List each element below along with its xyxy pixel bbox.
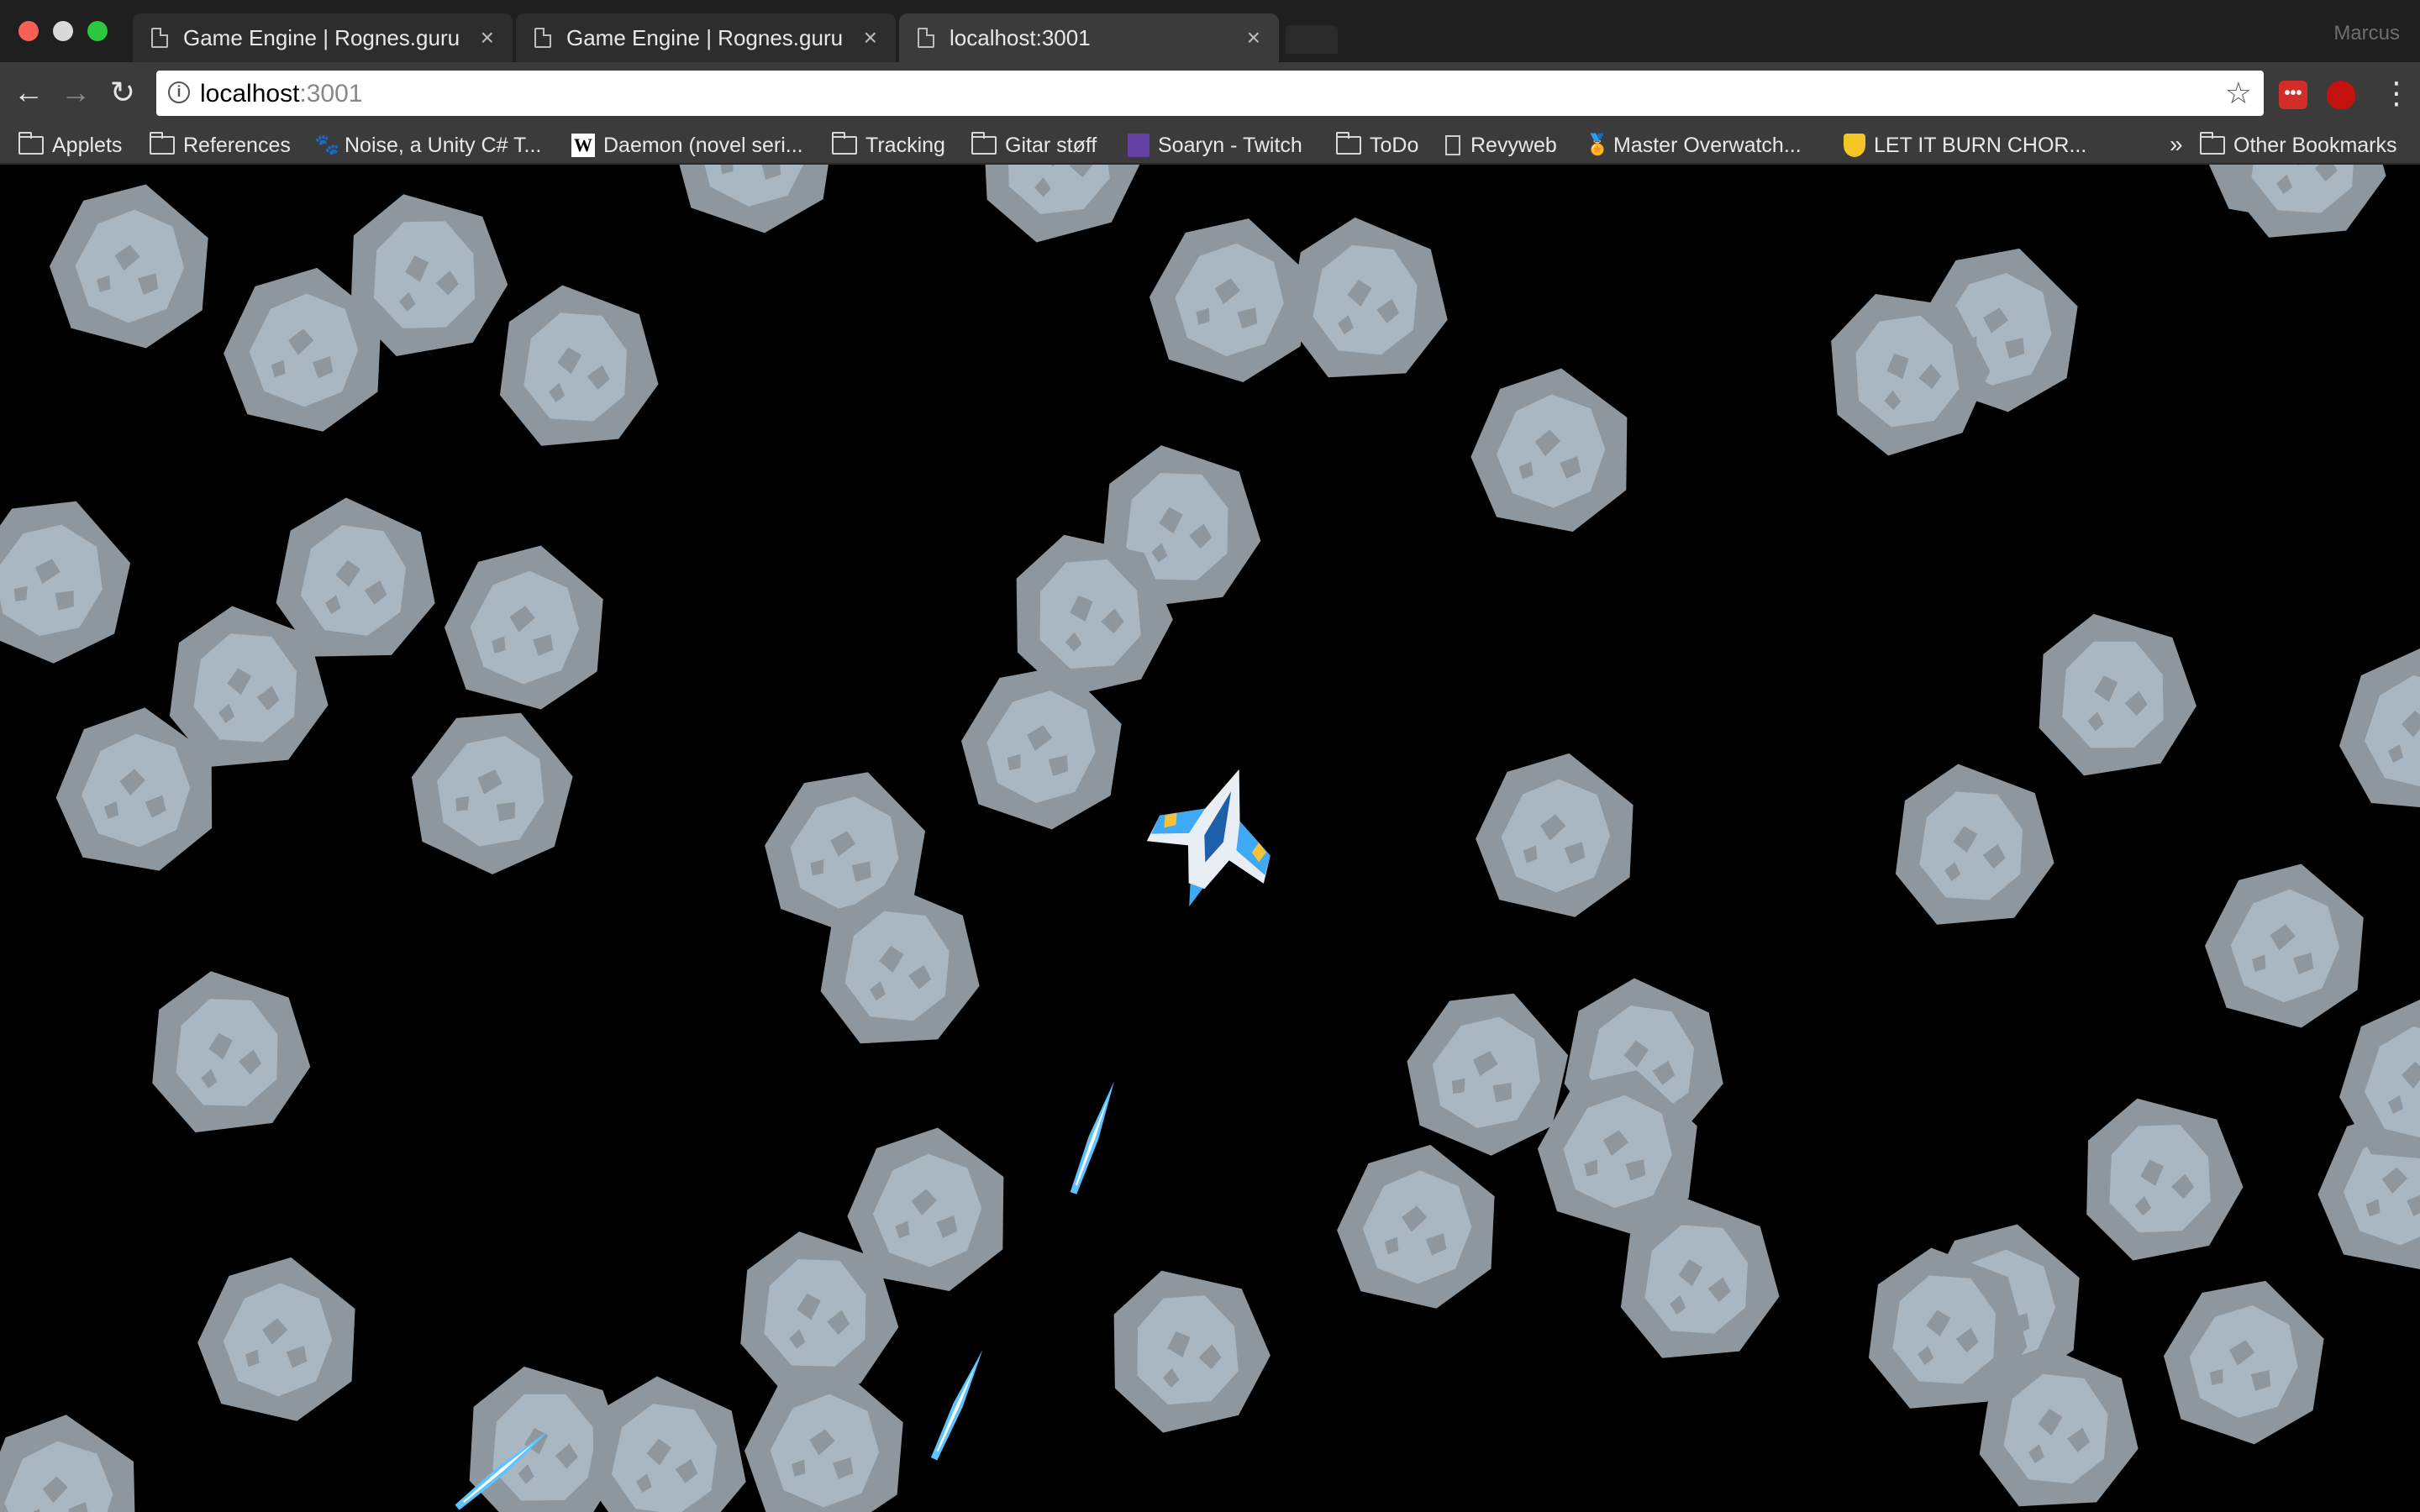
page-icon <box>1445 135 1460 155</box>
folder-icon <box>1336 132 1361 155</box>
bookmark-applets[interactable]: Applets <box>18 126 122 165</box>
asteroid <box>188 1246 368 1428</box>
bookmark-todo[interactable]: ToDo <box>1336 126 1418 165</box>
bookmark-label: Applets <box>52 133 123 157</box>
asteroid <box>2148 1261 2341 1457</box>
close-tab-icon[interactable]: × <box>864 24 877 51</box>
asteroid <box>0 1409 144 1512</box>
asteroid <box>576 1368 751 1512</box>
bookmark-star-icon[interactable]: ☆ <box>2225 76 2252 111</box>
bookmark-label: References <box>183 133 291 157</box>
game-canvas[interactable] <box>0 165 2420 1512</box>
tab-localhost[interactable]: localhost:3001 × <box>899 13 1279 62</box>
asteroid <box>1328 1133 1507 1315</box>
address-bar[interactable]: i localhost:3001 ☆ <box>156 71 2264 116</box>
shield-icon <box>1844 134 1865 157</box>
ublock-extension-icon[interactable] <box>2327 81 2355 109</box>
minimize-window-button[interactable] <box>53 21 73 41</box>
asteroid <box>1275 207 1455 389</box>
bookmark-tracking[interactable]: Tracking <box>832 126 945 165</box>
bookmark-soaryn[interactable]: Soaryn - Twitch <box>1128 126 1302 165</box>
asteroid <box>658 165 851 245</box>
reload-icon[interactable]: ↻ <box>104 74 141 111</box>
twitch-icon <box>1128 134 1150 157</box>
page-icon <box>151 28 168 48</box>
asteroid <box>2339 648 2420 810</box>
bookmark-label: Gitar støff <box>1005 133 1097 157</box>
wikipedia-icon: W <box>571 134 595 157</box>
asteroid <box>2193 849 2378 1037</box>
bookmark-label: Soaryn - Twitch <box>1158 133 1302 157</box>
bookmark-label: Other Bookmarks <box>2233 133 2397 157</box>
player-ship <box>1146 769 1270 907</box>
tab-game-engine-2[interactable]: Game Engine | Rognes.guru × <box>516 13 896 62</box>
url-port: :3001 <box>299 80 363 108</box>
bookmark-daemon[interactable]: W Daemon (novel seri... <box>571 126 803 165</box>
page-icon <box>918 28 934 48</box>
laser-bolt <box>1070 1080 1115 1194</box>
bookmark-references[interactable]: References <box>150 126 291 165</box>
asteroid <box>433 531 618 718</box>
bookmark-label: Master Overwatch... <box>1613 133 1802 157</box>
asteroid <box>733 1354 918 1512</box>
folder-icon <box>2200 132 2225 155</box>
bookmark-label: ToDo <box>1370 133 1419 157</box>
url-text: localhost:3001 <box>200 80 362 108</box>
bookmarks-bar: Applets References 🐾 Noise, a Unity C# T.… <box>0 126 2420 165</box>
asteroid <box>132 954 320 1146</box>
folder-icon <box>971 132 997 155</box>
bookmark-noise[interactable]: 🐾 Noise, a Unity C# T... <box>314 126 541 165</box>
close-tab-icon[interactable]: × <box>481 24 494 51</box>
menu-dots-icon[interactable]: ⋮ <box>2381 77 2412 109</box>
forward-arrow-icon[interactable]: → <box>57 74 94 111</box>
close-window-button[interactable] <box>18 21 39 41</box>
asteroid <box>0 476 150 679</box>
game-scene <box>0 165 2420 1512</box>
bookmarks-overflow-icon[interactable]: » <box>2170 131 2183 158</box>
url-host: localhost <box>200 80 300 108</box>
asteroid <box>482 271 667 459</box>
laser-bolt <box>930 1350 983 1461</box>
bookmark-label: Noise, a Unity C# T... <box>345 133 542 157</box>
tab-game-engine-1[interactable]: Game Engine | Rognes.guru × <box>133 13 513 62</box>
bookmark-label: Revyweb <box>1470 133 1557 157</box>
asteroid <box>1878 750 2063 937</box>
asteroid <box>2015 595 2208 790</box>
asteroid <box>2060 1077 2256 1276</box>
browser-toolbar: ← → ↻ i localhost:3001 ☆ ••• ⋮ <box>0 62 2420 126</box>
bookmark-let-it-burn[interactable]: LET IT BURN CHOR... <box>1844 126 2086 165</box>
bookmark-gitar[interactable]: Gitar støff <box>971 126 1097 165</box>
asteroid <box>953 165 1158 260</box>
new-tab-button[interactable] <box>1286 25 1338 54</box>
folder-icon <box>150 132 175 155</box>
asteroid <box>389 685 594 891</box>
folder-icon <box>18 132 44 155</box>
title-bar: Game Engine | Rognes.guru × Game Engine … <box>0 0 2420 62</box>
tab-title: localhost:3001 <box>950 24 1091 50</box>
asteroid <box>1466 742 1646 924</box>
bookmark-label: Daemon (novel seri... <box>603 133 803 157</box>
bookmark-label: LET IT BURN CHOR... <box>1874 133 2087 157</box>
other-bookmarks[interactable]: Other Bookmarks <box>2200 126 2397 165</box>
bookmark-label: Tracking <box>865 133 945 157</box>
lastpass-extension-icon[interactable]: ••• <box>2279 81 2307 109</box>
medal-icon: 🏅 <box>1585 134 1610 156</box>
page-icon <box>534 28 551 48</box>
paw-icon: 🐾 <box>314 134 339 156</box>
back-arrow-icon[interactable]: ← <box>10 74 47 111</box>
close-tab-icon[interactable]: × <box>1247 24 1260 51</box>
folder-icon <box>832 132 857 155</box>
bookmark-overwatch[interactable]: 🏅 Master Overwatch... <box>1585 126 1802 165</box>
asteroid <box>1085 1247 1286 1449</box>
asteroid <box>1464 360 1639 538</box>
tab-title: Game Engine | Rognes.guru <box>183 24 460 50</box>
info-icon[interactable]: i <box>168 81 190 103</box>
asteroid <box>38 170 223 357</box>
maximize-window-button[interactable] <box>87 21 108 41</box>
tab-title: Game Engine | Rognes.guru <box>566 24 844 50</box>
bookmark-revyweb[interactable]: Revyweb <box>1442 126 1557 165</box>
profile-name[interactable]: Marcus <box>2333 22 2400 45</box>
